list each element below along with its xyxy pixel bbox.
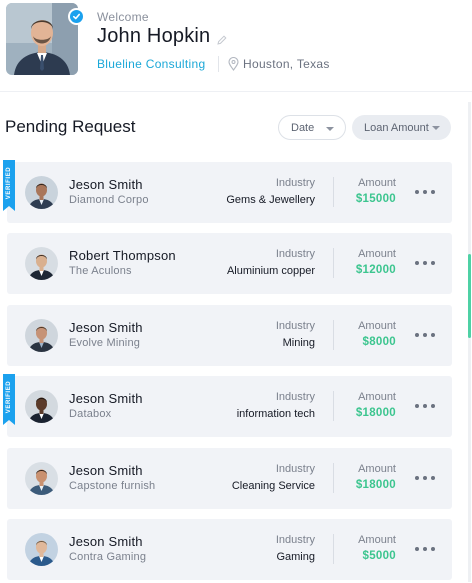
avatar[interactable] bbox=[25, 533, 58, 566]
industry-label: Industry bbox=[275, 320, 315, 332]
request-card[interactable]: VERIFIED Jeson Smith Diamond Corpo Indus… bbox=[3, 160, 452, 223]
amount-value: $5000 bbox=[362, 550, 396, 562]
card-divider bbox=[333, 177, 334, 207]
avatar[interactable] bbox=[25, 319, 58, 352]
industry-value: Aluminium copper bbox=[226, 265, 315, 277]
amount-value: $18000 bbox=[355, 407, 396, 419]
location-pin-icon bbox=[228, 56, 239, 71]
scrollbar-thumb[interactable] bbox=[468, 254, 471, 338]
more-options-icon[interactable] bbox=[415, 402, 435, 410]
more-options-icon[interactable] bbox=[415, 188, 435, 196]
verified-label: VERIFIED bbox=[6, 380, 13, 414]
verified-ribbon: VERIFIED bbox=[3, 374, 15, 425]
amount-label: Amount bbox=[358, 320, 396, 332]
verified-label: VERIFIED bbox=[6, 166, 13, 200]
person-name: Jeson Smith bbox=[69, 463, 143, 478]
amount-label: Amount bbox=[358, 177, 396, 189]
industry-value: Cleaning Service bbox=[231, 480, 315, 492]
location-text: Houston, Texas bbox=[243, 57, 330, 71]
amount-value: $12000 bbox=[355, 264, 396, 276]
header-divider bbox=[218, 56, 219, 72]
loan-amount-filter-dropdown[interactable]: Loan Amount bbox=[352, 115, 451, 140]
person-company: The Aculons bbox=[69, 265, 132, 277]
industry-label: Industry bbox=[275, 177, 315, 189]
person-name: Jeson Smith bbox=[69, 320, 143, 335]
card-divider bbox=[333, 534, 334, 564]
verified-ribbon: VERIFIED bbox=[3, 160, 15, 211]
person-name: Jeson Smith bbox=[69, 534, 143, 549]
caret-down-icon bbox=[326, 127, 334, 131]
industry-label: Industry bbox=[275, 463, 315, 475]
amount-label: Amount bbox=[358, 534, 396, 546]
person-name: Robert Thompson bbox=[69, 248, 176, 263]
card-divider bbox=[333, 320, 334, 350]
person-company: Capstone furnish bbox=[69, 480, 156, 492]
amount-value: $18000 bbox=[355, 479, 396, 491]
industry-label: Industry bbox=[275, 391, 315, 403]
card-divider bbox=[333, 463, 334, 493]
avatar[interactable] bbox=[25, 462, 58, 495]
request-card[interactable]: Jeson Smith Contra Gaming Industry Gamin… bbox=[7, 519, 452, 580]
industry-value: Mining bbox=[282, 337, 315, 349]
more-options-icon[interactable] bbox=[415, 474, 435, 482]
card-divider bbox=[333, 391, 334, 421]
person-name: Jeson Smith bbox=[69, 391, 143, 406]
industry-value: Gems & Jewellery bbox=[226, 194, 315, 206]
company-link[interactable]: Blueline Consulting bbox=[97, 57, 205, 71]
industry-label: Industry bbox=[275, 248, 315, 260]
person-company: Evolve Mining bbox=[69, 337, 141, 349]
person-company: Diamond Corpo bbox=[69, 194, 149, 206]
person-company: Contra Gaming bbox=[69, 551, 147, 563]
avatar[interactable] bbox=[25, 390, 58, 423]
amount-label: Amount bbox=[358, 463, 396, 475]
more-options-icon[interactable] bbox=[415, 259, 435, 267]
card-divider bbox=[333, 248, 334, 278]
request-card[interactable]: Jeson Smith Capstone furnish Industry Cl… bbox=[7, 448, 452, 509]
amount-value: $15000 bbox=[355, 193, 396, 205]
avatar[interactable] bbox=[25, 176, 58, 209]
more-options-icon[interactable] bbox=[415, 545, 435, 553]
industry-value: Gaming bbox=[276, 551, 315, 563]
edit-icon[interactable] bbox=[216, 33, 228, 45]
welcome-text: Welcome bbox=[97, 10, 149, 24]
scrollbar-track[interactable] bbox=[468, 102, 471, 582]
loan-filter-label: Loan Amount bbox=[364, 121, 429, 134]
request-card[interactable]: Jeson Smith Evolve Mining Industry Minin… bbox=[7, 305, 452, 366]
date-filter-dropdown[interactable]: Date bbox=[278, 115, 346, 140]
industry-label: Industry bbox=[275, 534, 315, 546]
avatar[interactable] bbox=[25, 247, 58, 280]
date-filter-label: Date bbox=[291, 121, 315, 134]
amount-value: $8000 bbox=[362, 336, 396, 348]
request-card[interactable]: VERIFIED Jeson Smith Databox Industry in… bbox=[3, 374, 452, 437]
industry-value: information tech bbox=[236, 408, 315, 420]
verified-check-icon bbox=[68, 8, 85, 25]
profile-header: Welcome John Hopkin Blueline Consulting … bbox=[0, 0, 472, 92]
person-name: Jeson Smith bbox=[69, 177, 143, 192]
more-options-icon[interactable] bbox=[415, 331, 435, 339]
section-title: Pending Request bbox=[5, 117, 136, 136]
amount-label: Amount bbox=[358, 248, 396, 260]
request-card[interactable]: Robert Thompson The Aculons Industry Alu… bbox=[7, 233, 452, 294]
person-company: Databox bbox=[69, 408, 112, 420]
caret-down-icon bbox=[432, 126, 440, 130]
user-name: John Hopkin bbox=[97, 25, 211, 47]
amount-label: Amount bbox=[358, 391, 396, 403]
